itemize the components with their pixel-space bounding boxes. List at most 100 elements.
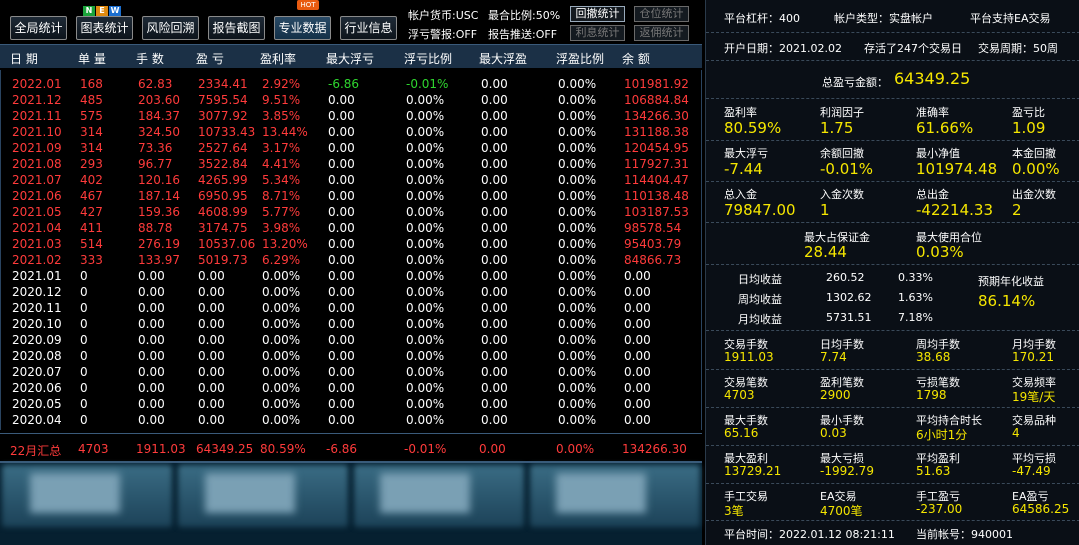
table-cell: 9.51%: [262, 93, 301, 107]
total-pl-label: 总盈亏金额：: [822, 76, 888, 89]
table-cell: 0.00%: [262, 317, 301, 331]
column-header[interactable]: 盈利率: [260, 50, 296, 67]
table-cell: 0.00%: [406, 141, 445, 155]
table-cell: -6.86: [328, 77, 360, 91]
table-row[interactable]: 2020.10 0 0.00 0.00 0.00% 0.00 0.00% 0.00 0.00% 0…: [1, 316, 701, 332]
summary-cell: 1911.03: [136, 442, 186, 456]
column-header[interactable]: 手 数: [136, 50, 164, 67]
table-row[interactable]: 2020.08 0 0.00 0.00 0.00% 0.00 0.00% 0.00 0.00% 0…: [1, 348, 701, 364]
table-cell: 485: [80, 93, 103, 107]
table-row[interactable]: 2021.08 293 96.77 3522.84 4.41% 0.00 0.00% 0.00…: [1, 156, 701, 172]
row-divider: [706, 483, 1079, 484]
table-row[interactable]: 2020.11 0 0.00 0.00 0.00% 0.00 0.00% 0.00 0.00% 0…: [1, 300, 701, 316]
table-cell: 7595.54: [198, 93, 248, 107]
table-cell: 2022.01: [12, 77, 62, 91]
table-cell: 0.00: [624, 301, 651, 315]
left-panel: N E W HOT 全局统计 图表统计 风险回溯 报告截图 专业数据 行业信息 …: [0, 0, 702, 545]
table-cell: 0.00%: [558, 157, 597, 171]
table-row[interactable]: 2021.11 575 184.37 3077.92 3.85% 0.00 0.00% 0.0…: [1, 108, 701, 124]
table-row[interactable]: 2020.12 0 0.00 0.00 0.00% 0.00 0.00% 0.00 0.00% 0…: [1, 284, 701, 300]
column-header[interactable]: 余 额: [622, 50, 650, 67]
summary-cell: -0.01%: [404, 442, 447, 456]
new-badge-n: N: [83, 6, 95, 16]
table-row[interactable]: 2021.05 427 159.36 4608.99 5.77% 0.00 0.00% 0.0…: [1, 204, 701, 220]
column-header[interactable]: 最大浮盈: [479, 50, 527, 67]
table-cell: 2020.09: [12, 333, 62, 347]
new-badge: N E W: [83, 6, 121, 16]
table-cell: 0.00%: [262, 381, 301, 395]
column-header[interactable]: 单 量: [78, 50, 106, 67]
table-cell: 314: [80, 125, 103, 139]
table-cell: 0.00: [328, 157, 355, 171]
table-cell: 0.00%: [406, 125, 445, 139]
stat-value: 4703: [724, 388, 755, 402]
table-cell: 0.00%: [406, 349, 445, 363]
table-cell: 0.00%: [406, 333, 445, 347]
table-cell: 0.00: [481, 253, 508, 267]
annual-yield-value: 86.14%: [978, 292, 1036, 310]
avg-pct: 1.63%: [898, 291, 933, 304]
blurred-content: [556, 473, 646, 513]
table-row[interactable]: 2021.09 314 73.36 2527.64 3.17% 0.00 0.00% 0.00…: [1, 140, 701, 156]
table-cell: 276.19: [138, 237, 180, 251]
summary-cell: 0.00%: [556, 442, 595, 456]
table-row[interactable]: 2020.09 0 0.00 0.00 0.00% 0.00 0.00% 0.00 0.00% 0…: [1, 332, 701, 348]
table-row[interactable]: 2022.01 168 62.83 2334.41 2.92% -6.86 -0.01% 0.…: [1, 76, 701, 92]
table-cell: 0.00%: [558, 301, 597, 315]
table-cell: 402: [80, 173, 103, 187]
table-row[interactable]: 2021.12 485 203.60 7595.54 9.51% 0.00 0.00% 0.0…: [1, 92, 701, 108]
table-cell: 0.00: [481, 125, 508, 139]
table-row[interactable]: 2021.10 314 324.50 10733.43 13.44% 0.00 0.00% 0…: [1, 124, 701, 140]
table-cell: 0.00%: [406, 413, 445, 427]
column-header[interactable]: 浮亏比例: [404, 50, 452, 67]
table-cell: 0.00%: [558, 381, 597, 395]
table-row[interactable]: 2020.07 0 0.00 0.00 0.00% 0.00 0.00% 0.00 0.00% 0…: [1, 364, 701, 380]
table-row[interactable]: 2021.04 411 88.78 3174.75 3.98% 0.00 0.00% 0.00…: [1, 220, 701, 236]
column-header[interactable]: 日 期: [10, 50, 38, 67]
table-cell: 0.00: [624, 349, 651, 363]
table-row[interactable]: 2020.05 0 0.00 0.00 0.00% 0.00 0.00% 0.00 0.00% 0…: [1, 396, 701, 412]
pro-data-button[interactable]: 专业数据: [274, 16, 331, 40]
column-header[interactable]: 最大浮亏: [326, 50, 374, 67]
stat-value: 0.03: [820, 426, 847, 440]
table-cell: 0.00: [328, 173, 355, 187]
table-cell: 0.00: [138, 301, 165, 315]
table-row[interactable]: 2021.07 402 120.16 4265.99 5.34% 0.00 0.00% 0.0…: [1, 172, 701, 188]
table-cell: 2021.04: [12, 221, 62, 235]
table-cell: 467: [80, 189, 103, 203]
table-row[interactable]: 2021.03 514 276.19 10537.06 13.20% 0.00 0.00% 0…: [1, 236, 701, 252]
chart-stats-button[interactable]: 图表统计: [76, 16, 133, 40]
key-stats-section: 盈利率 80.59% 利润因子 1.75 准确率 61.66% 盈亏比 1.09 最大浮亏 -7.…: [706, 99, 1079, 223]
row-divider: [706, 407, 1079, 408]
report-screenshot-button[interactable]: 报告截图: [208, 16, 265, 40]
table-cell: 6950.95: [198, 189, 248, 203]
table-row[interactable]: 2021.02 333 133.97 5019.73 6.29% 0.00 0.00% 0.0…: [1, 252, 701, 268]
table-cell: 0: [80, 317, 88, 331]
toolbar: N E W HOT 全局统计 图表统计 风险回溯 报告截图 专业数据 行业信息 …: [0, 0, 702, 44]
risk-backtrack-button[interactable]: 风险回溯: [142, 16, 199, 40]
avg-label: 周均收益: [738, 293, 782, 306]
industry-info-button[interactable]: 行业信息: [340, 16, 397, 40]
table-row[interactable]: 2021.01 0 0.00 0.00 0.00% 0.00 0.00% 0.00 0.00% 0…: [1, 268, 701, 284]
table-cell: 0.00: [481, 333, 508, 347]
table-cell: 0.00: [328, 221, 355, 235]
table-cell: 0.00%: [558, 253, 597, 267]
table-cell: 0.00%: [406, 301, 445, 315]
table-cell: 101981.92: [624, 77, 689, 91]
stat-label: 盈亏比: [1012, 106, 1045, 119]
table-cell: 0.00: [328, 205, 355, 219]
table-cell: 0.00: [138, 397, 165, 411]
table-row[interactable]: 2020.06 0 0.00 0.00 0.00% 0.00 0.00% 0.00 0.00% 0…: [1, 380, 701, 396]
global-stats-button[interactable]: 全局统计: [10, 16, 67, 40]
stat-value: 4: [1012, 426, 1020, 440]
table-cell: 0.00: [481, 413, 508, 427]
rebate-stats-button[interactable]: 返佣统计: [634, 25, 689, 41]
column-header[interactable]: 盈 亏: [196, 50, 224, 67]
interest-stats-button[interactable]: 利息统计: [570, 25, 625, 41]
table-row[interactable]: 2020.04 0 0.00 0.00 0.00% 0.00 0.00% 0.00 0.00% 0…: [1, 412, 701, 428]
stat-value: 64586.25: [1012, 502, 1070, 516]
drawdown-stats-button[interactable]: 回撤统计: [570, 6, 625, 22]
table-row[interactable]: 2021.06 467 187.14 6950.95 8.71% 0.00 0.00% 0.0…: [1, 188, 701, 204]
column-header[interactable]: 浮盈比例: [556, 50, 604, 67]
position-stats-button[interactable]: 仓位统计: [634, 6, 689, 22]
